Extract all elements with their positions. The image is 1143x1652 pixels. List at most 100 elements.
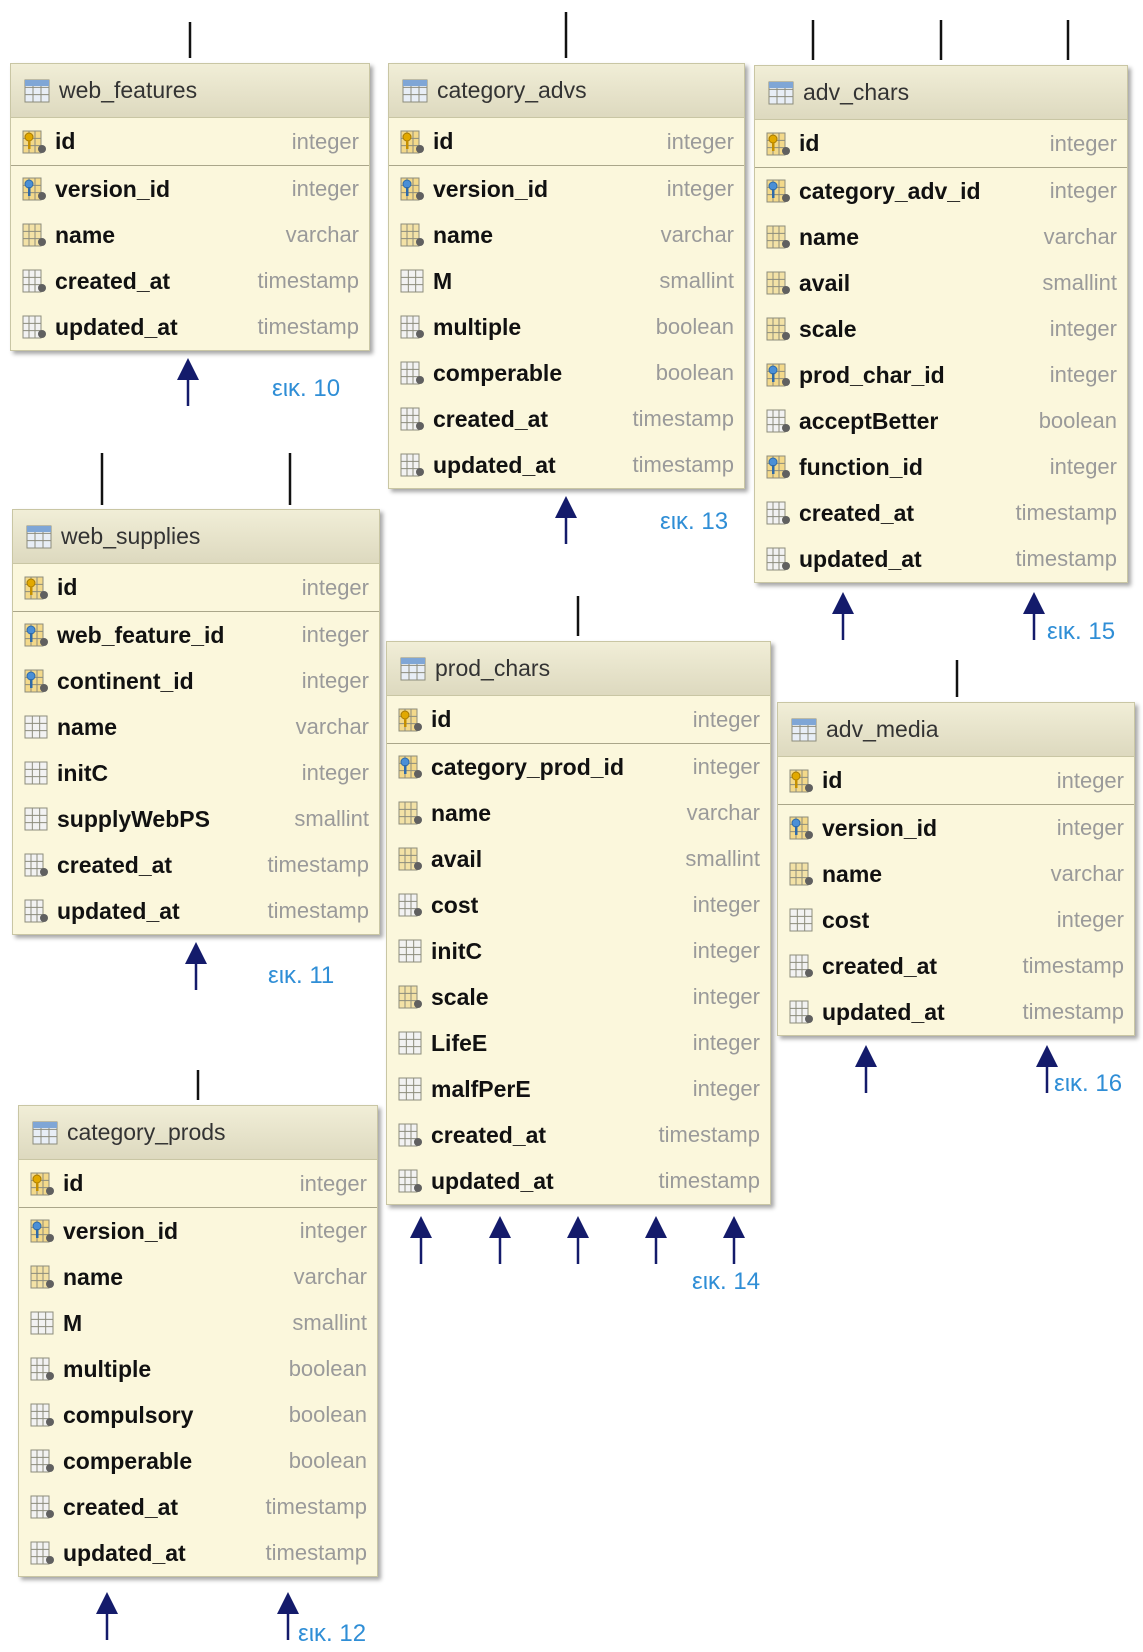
column-row[interactable]: updated_at timestamp (389, 442, 744, 488)
column-type: integer (692, 984, 760, 1009)
column-row[interactable]: id integer (13, 564, 379, 612)
column-icon (397, 1122, 425, 1148)
column-row[interactable]: category_prod_id integer (387, 744, 770, 790)
column-type: smallint (1042, 270, 1117, 295)
column-row[interactable]: compulsory boolean (19, 1392, 377, 1438)
column-name: updated_at (799, 545, 922, 572)
table-web-supplies[interactable]: web_supplies id integer web_feature_id integ… (12, 509, 380, 935)
column-row[interactable]: web_feature_id integer (13, 612, 379, 658)
indexed-column-icon (765, 270, 793, 296)
column-row[interactable]: created_at timestamp (755, 490, 1127, 536)
column-row[interactable]: created_at timestamp (387, 1112, 770, 1158)
table-prod-chars[interactable]: prod_chars id integer category_prod_id integ… (386, 641, 771, 1205)
column-row[interactable]: name varchar (755, 214, 1127, 260)
column-type: timestamp (658, 1168, 760, 1193)
table-category-advs[interactable]: category_advs id integer version_id integer n… (388, 63, 745, 489)
column-row[interactable]: created_at timestamp (389, 396, 744, 442)
column-row[interactable]: id integer (755, 120, 1127, 168)
reference-arrow (1023, 592, 1045, 640)
column-row[interactable]: LifeE integer (387, 1020, 770, 1066)
column-row[interactable]: name varchar (11, 212, 369, 258)
table-name: adv_media (826, 716, 939, 742)
column-icon (23, 760, 51, 786)
column-row[interactable]: cost integer (387, 882, 770, 928)
column-row[interactable]: name varchar (387, 790, 770, 836)
column-row[interactable]: continent_id integer (13, 658, 379, 704)
column-row[interactable]: avail smallint (755, 260, 1127, 306)
column-name: function_id (799, 453, 923, 480)
column-row[interactable]: id integer (389, 118, 744, 166)
table-header: adv_chars (755, 66, 1127, 120)
column-row[interactable]: multiple boolean (19, 1346, 377, 1392)
table-category-prods[interactable]: category_prods id integer version_id integer… (18, 1105, 378, 1577)
column-row[interactable]: name varchar (19, 1254, 377, 1300)
column-row[interactable]: supplyWebPS smallint (13, 796, 379, 842)
column-type: boolean (288, 1402, 367, 1427)
column-type: varchar (660, 222, 734, 247)
reference-arrow (645, 1216, 667, 1264)
foreign-key-icon (23, 622, 51, 648)
column-row[interactable]: version_id integer (11, 166, 369, 212)
column-name: updated_at (822, 998, 945, 1025)
column-row[interactable]: updated_at timestamp (19, 1530, 377, 1576)
column-row[interactable]: created_at timestamp (11, 258, 369, 304)
column-type: timestamp (1015, 500, 1117, 525)
column-row[interactable]: created_at timestamp (19, 1484, 377, 1530)
column-name: id (433, 128, 454, 154)
column-row[interactable]: updated_at timestamp (11, 304, 369, 350)
column-type: smallint (685, 846, 760, 871)
reference-arrow (855, 1045, 877, 1093)
caption-fig-14: εικ. 14 (692, 1268, 761, 1295)
column-name: compulsory (63, 1401, 194, 1428)
indexed-column-icon (29, 1264, 57, 1290)
column-row[interactable]: Msmallint (19, 1300, 377, 1346)
column-row[interactable]: version_id integer (778, 805, 1134, 851)
reference-arrow (410, 1216, 432, 1264)
column-icon (29, 1540, 57, 1566)
reference-arrow (723, 1216, 745, 1264)
column-row[interactable]: acceptBetter boolean (755, 398, 1127, 444)
column-row[interactable]: version_id integer (389, 166, 744, 212)
column-row[interactable]: cost integer (778, 897, 1134, 943)
indexed-column-icon (397, 800, 425, 826)
column-row[interactable]: scale integer (755, 306, 1127, 352)
column-row[interactable]: initC integer (387, 928, 770, 974)
column-name: id (57, 574, 78, 600)
column-row[interactable]: name varchar (778, 851, 1134, 897)
column-row[interactable]: updated_at timestamp (13, 888, 379, 934)
table-icon (25, 524, 53, 550)
primary-key-icon (399, 129, 427, 155)
column-row[interactable]: updated_at timestamp (755, 536, 1127, 582)
primary-key-icon (29, 1171, 57, 1197)
column-row[interactable]: name varchar (13, 704, 379, 750)
column-row[interactable]: id integer (11, 118, 369, 166)
column-row[interactable]: version_id integer (19, 1208, 377, 1254)
table-web-features[interactable]: web_features id integer version_id integer na… (10, 63, 370, 351)
column-row[interactable]: multiple boolean (389, 304, 744, 350)
column-type: integer (692, 938, 760, 963)
column-row[interactable]: prod_char_id integer (755, 352, 1127, 398)
column-row[interactable]: id integer (387, 696, 770, 744)
column-row[interactable]: name varchar (389, 212, 744, 258)
column-row[interactable]: category_adv_id integer (755, 168, 1127, 214)
table-icon (401, 78, 429, 104)
column-row[interactable]: malfPerE integer (387, 1066, 770, 1112)
table-adv-media[interactable]: adv_media id integer version_id integer name v… (777, 702, 1135, 1036)
column-row[interactable]: avail smallint (387, 836, 770, 882)
column-row[interactable]: updated_at timestamp (387, 1158, 770, 1204)
column-row[interactable]: comperable boolean (389, 350, 744, 396)
column-row[interactable]: id integer (19, 1160, 377, 1208)
column-row[interactable]: created_at timestamp (778, 943, 1134, 989)
caption-fig-10: εικ. 10 (272, 375, 341, 402)
column-row[interactable]: initC integer (13, 750, 379, 796)
table-adv-chars[interactable]: adv_chars id integer category_adv_id integer… (754, 65, 1128, 583)
column-row[interactable]: Msmallint (389, 258, 744, 304)
column-row[interactable]: updated_at timestamp (778, 989, 1134, 1035)
table-name: category_prods (67, 1119, 226, 1145)
column-row[interactable]: comperable boolean (19, 1438, 377, 1484)
column-type: timestamp (1022, 953, 1124, 978)
column-row[interactable]: id integer (778, 757, 1134, 805)
column-row[interactable]: created_at timestamp (13, 842, 379, 888)
column-row[interactable]: scale integer (387, 974, 770, 1020)
column-row[interactable]: function_id integer (755, 444, 1127, 490)
